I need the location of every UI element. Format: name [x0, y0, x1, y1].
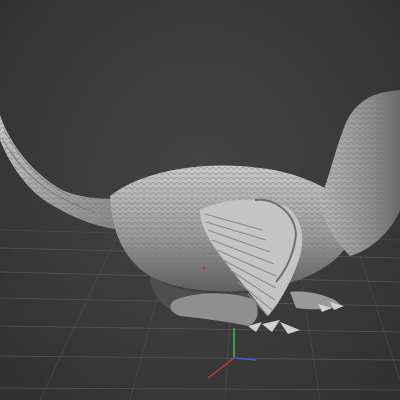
viewport-canvas[interactable] — [0, 0, 400, 400]
axis-gizmo-icon — [207, 328, 257, 379]
3d-viewport[interactable] — [0, 0, 400, 400]
vertex-marker — [202, 266, 206, 270]
x-axis — [207, 357, 235, 379]
dinosaur-model[interactable] — [0, 90, 400, 334]
